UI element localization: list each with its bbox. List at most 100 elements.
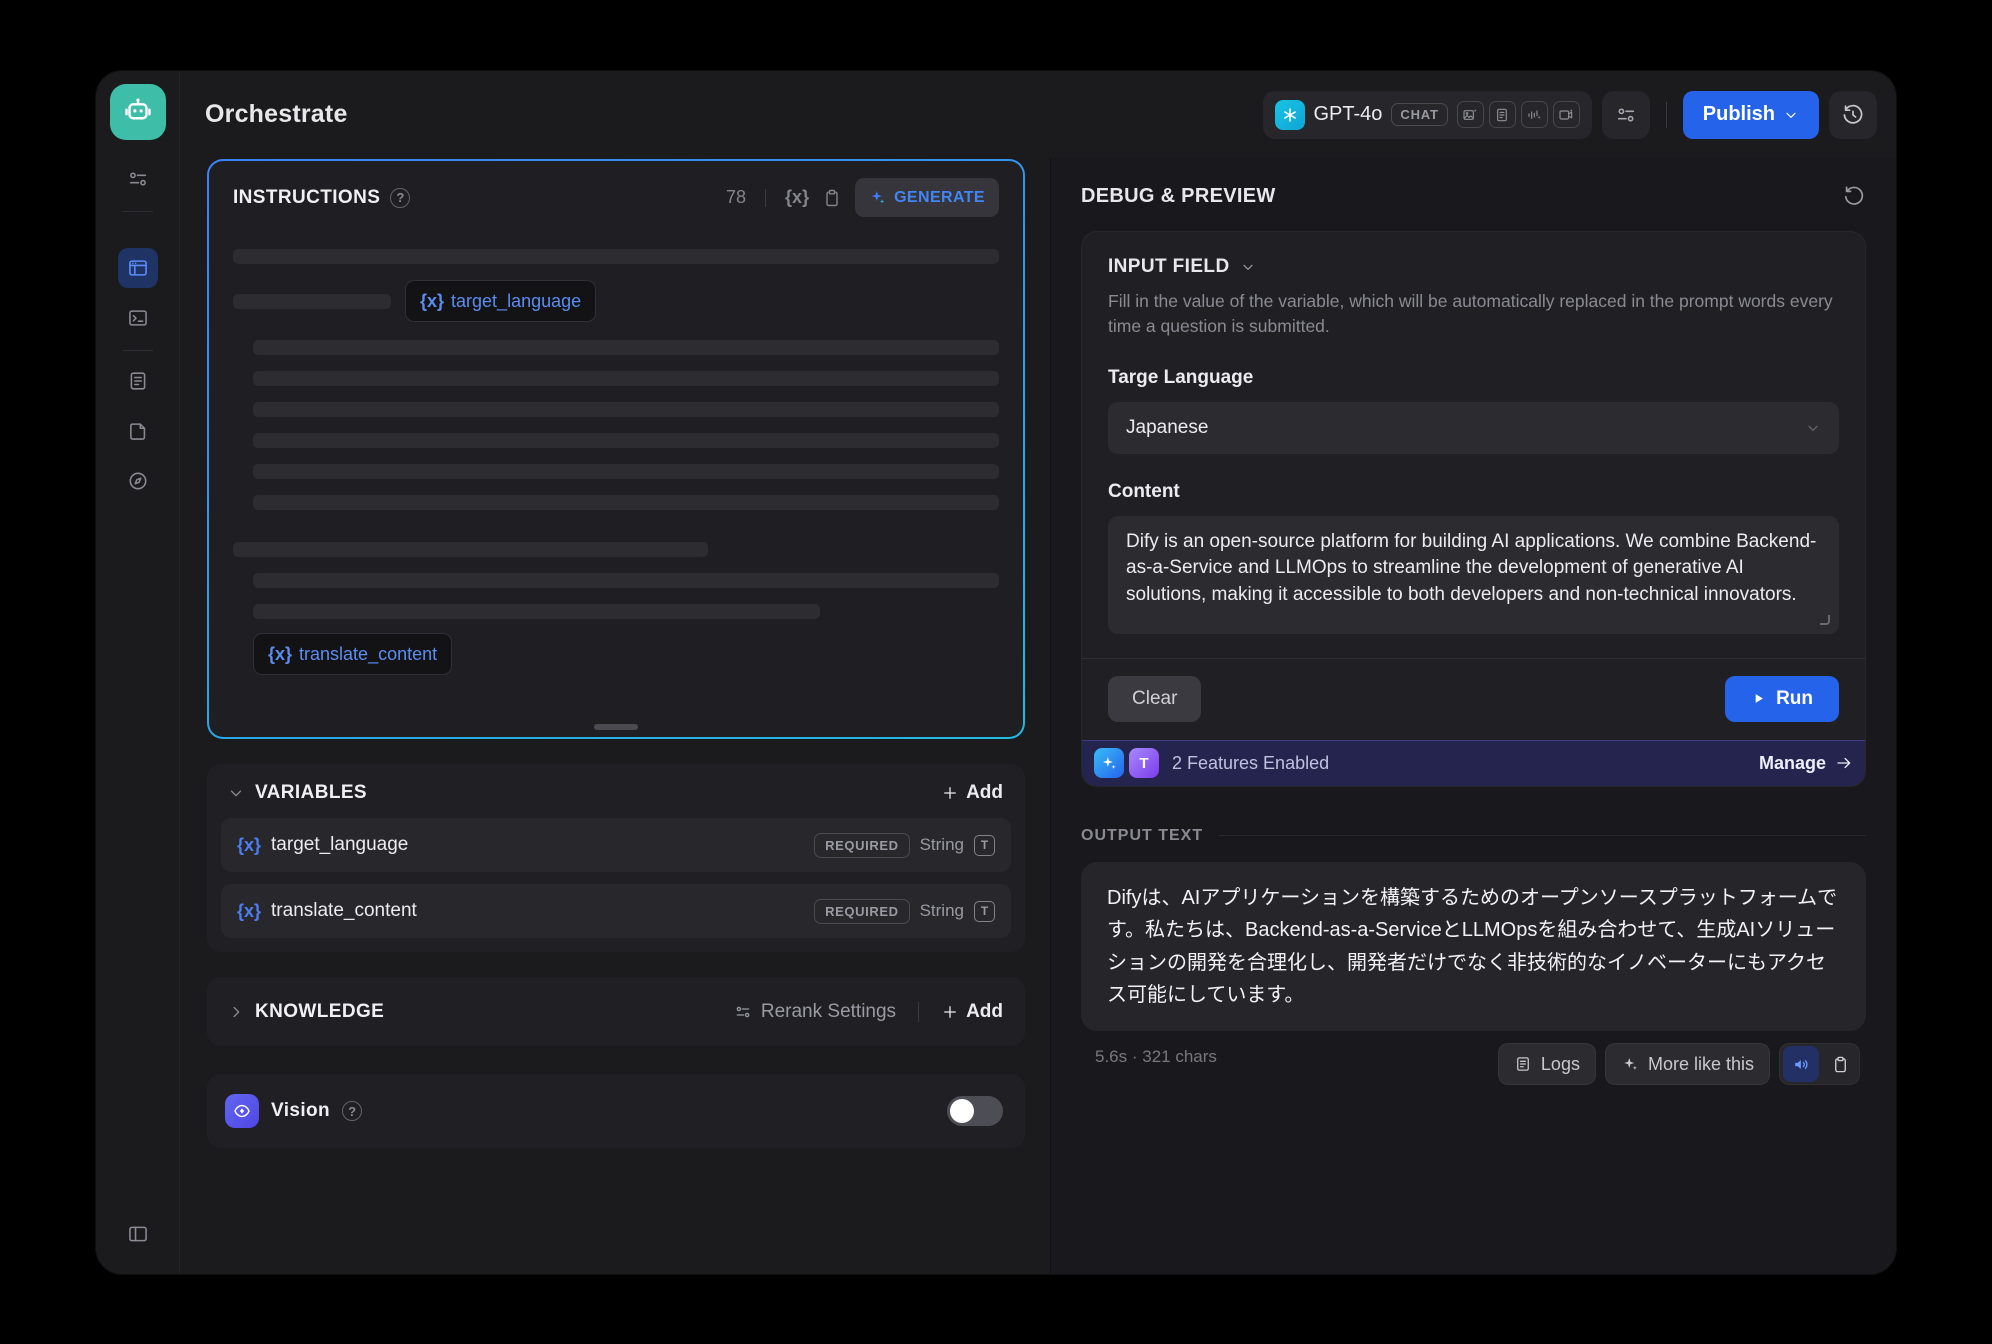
model-name: GPT-4o bbox=[1314, 103, 1383, 126]
required-badge: REQUIRED bbox=[814, 833, 909, 858]
rerank-settings-label: Rerank Settings bbox=[761, 1001, 896, 1023]
text-to-speech-feature-icon: T bbox=[1129, 748, 1159, 778]
more-like-this-button[interactable]: More like this bbox=[1605, 1043, 1770, 1085]
model-selector[interactable]: GPT-4o CHAT bbox=[1263, 91, 1592, 139]
char-count: 78 bbox=[726, 187, 746, 208]
target-language-select[interactable]: Japanese bbox=[1108, 402, 1839, 454]
output-toolbar: Logs More like this bbox=[1498, 1043, 1860, 1085]
knowledge-section: KNOWLEDGE Rerank Settings bbox=[207, 977, 1025, 1046]
variable-type: String bbox=[920, 835, 964, 855]
audio-capability-icon bbox=[1521, 101, 1548, 128]
add-variable-button[interactable]: Add bbox=[941, 782, 1003, 804]
audio-actions bbox=[1779, 1043, 1860, 1085]
manage-features-button[interactable]: Manage bbox=[1759, 753, 1853, 774]
image-capability-icon bbox=[1457, 101, 1484, 128]
clear-button[interactable]: Clear bbox=[1108, 676, 1201, 722]
help-circle-icon[interactable]: ? bbox=[342, 1101, 362, 1121]
skeleton-line bbox=[233, 542, 708, 557]
chevron-down-icon[interactable] bbox=[227, 784, 245, 802]
publish-button[interactable]: Publish bbox=[1683, 91, 1819, 139]
variables-section: VARIABLES Add {x} target_language bbox=[207, 764, 1025, 952]
terminal-icon[interactable] bbox=[118, 298, 158, 338]
history-icon[interactable] bbox=[1829, 91, 1877, 139]
help-circle-icon[interactable]: ? bbox=[390, 188, 410, 208]
skeleton-line bbox=[253, 402, 999, 417]
tune-icon bbox=[734, 1003, 752, 1021]
logs-label: Logs bbox=[1541, 1054, 1580, 1075]
variable-chip-translate-content[interactable]: {x} translate_content bbox=[253, 633, 452, 675]
debug-preview-pane: DEBUG & PREVIEW INPUT FIELD bbox=[1050, 158, 1896, 1274]
document-icon[interactable] bbox=[118, 361, 158, 401]
manage-label: Manage bbox=[1759, 753, 1826, 774]
top-bar: Orchestrate GPT-4o CHAT bbox=[180, 71, 1896, 158]
sparkle-icon bbox=[1621, 1055, 1639, 1073]
skeleton-line bbox=[253, 340, 999, 355]
window-panel-icon[interactable] bbox=[118, 248, 158, 288]
add-label: Add bbox=[966, 1001, 1003, 1023]
collapse-panel-icon[interactable] bbox=[118, 1214, 158, 1254]
instructions-title: INSTRUCTIONS bbox=[233, 187, 380, 209]
instructions-panel[interactable]: INSTRUCTIONS ? 78 {x} bbox=[207, 159, 1025, 739]
resize-corner-icon[interactable] bbox=[1820, 615, 1830, 625]
resize-handle[interactable] bbox=[594, 724, 638, 730]
logs-icon bbox=[1514, 1055, 1532, 1073]
rerank-settings-button[interactable]: Rerank Settings bbox=[734, 1001, 896, 1023]
pages-icon[interactable] bbox=[118, 411, 158, 451]
sparkle-icon bbox=[869, 189, 886, 206]
debug-preview-title: DEBUG & PREVIEW bbox=[1081, 185, 1276, 208]
generate-button[interactable]: GENERATE bbox=[855, 178, 999, 217]
insert-variable-icon[interactable]: {x} bbox=[785, 187, 809, 208]
video-capability-icon bbox=[1553, 101, 1580, 128]
add-knowledge-button[interactable]: Add bbox=[941, 1001, 1003, 1023]
tune-icon[interactable] bbox=[118, 159, 158, 199]
content-textarea[interactable]: Dify is an open-source platform for buil… bbox=[1108, 516, 1839, 634]
clipboard-icon[interactable] bbox=[822, 188, 842, 208]
input-field-card: INPUT FIELD Fill in the value of the var… bbox=[1081, 231, 1866, 787]
speaker-icon[interactable] bbox=[1783, 1046, 1819, 1082]
output-text: Difyは、AIアプリケーションを構築するためのオープンソースプラットフォームで… bbox=[1081, 862, 1866, 1032]
sparkle-feature-icon bbox=[1094, 748, 1124, 778]
skeleton-line bbox=[253, 371, 999, 386]
variable-row-translate-content[interactable]: {x} translate_content REQUIRED String T bbox=[221, 884, 1011, 938]
chat-mode-badge: CHAT bbox=[1391, 103, 1447, 126]
add-label: Add bbox=[966, 782, 1003, 804]
capability-icons bbox=[1457, 101, 1580, 128]
features-banner[interactable]: T 2 Features Enabled Manage bbox=[1082, 740, 1865, 786]
clipboard-icon[interactable] bbox=[1825, 1055, 1856, 1074]
string-type-icon: T bbox=[974, 901, 995, 922]
skeleton-line bbox=[233, 249, 999, 264]
vision-section: Vision ? bbox=[207, 1074, 1025, 1148]
vision-toggle[interactable] bbox=[947, 1096, 1003, 1126]
screen: Orchestrate GPT-4o CHAT bbox=[0, 0, 1992, 1344]
features-enabled-text: 2 Features Enabled bbox=[1172, 753, 1329, 774]
variable-glyph: {x} bbox=[420, 291, 444, 312]
skeleton-line bbox=[253, 573, 999, 588]
chevron-down-icon bbox=[1805, 420, 1821, 436]
publish-label: Publish bbox=[1703, 103, 1775, 126]
compass-icon[interactable] bbox=[118, 461, 158, 501]
skeleton-line bbox=[253, 604, 820, 619]
output-rule bbox=[1219, 835, 1866, 836]
generate-label: GENERATE bbox=[894, 189, 985, 207]
chevron-down-icon bbox=[1783, 107, 1799, 123]
variable-chip-target-language[interactable]: {x} target_language bbox=[405, 280, 596, 322]
model-params-icon[interactable] bbox=[1602, 91, 1650, 139]
variable-row-target-language[interactable]: {x} target_language REQUIRED String T bbox=[221, 818, 1011, 872]
variable-glyph: {x} bbox=[237, 835, 261, 856]
variable-type: String bbox=[920, 901, 964, 921]
play-icon bbox=[1751, 691, 1766, 706]
plus-icon bbox=[941, 784, 959, 802]
sidebar-divider bbox=[123, 211, 153, 212]
variable-glyph: {x} bbox=[268, 644, 292, 665]
chevron-right-icon[interactable] bbox=[227, 1003, 245, 1021]
refresh-icon[interactable] bbox=[1842, 184, 1866, 208]
skeleton-line bbox=[253, 495, 999, 510]
variable-name: target_language bbox=[271, 834, 408, 856]
robot-app-icon[interactable] bbox=[110, 84, 166, 140]
prompt-editor[interactable]: {x} target_language bbox=[209, 227, 1023, 737]
string-type-icon: T bbox=[974, 835, 995, 856]
input-field-header[interactable]: INPUT FIELD bbox=[1108, 256, 1839, 278]
run-button[interactable]: Run bbox=[1725, 676, 1839, 722]
variables-title: VARIABLES bbox=[255, 782, 367, 804]
logs-button[interactable]: Logs bbox=[1498, 1043, 1596, 1085]
